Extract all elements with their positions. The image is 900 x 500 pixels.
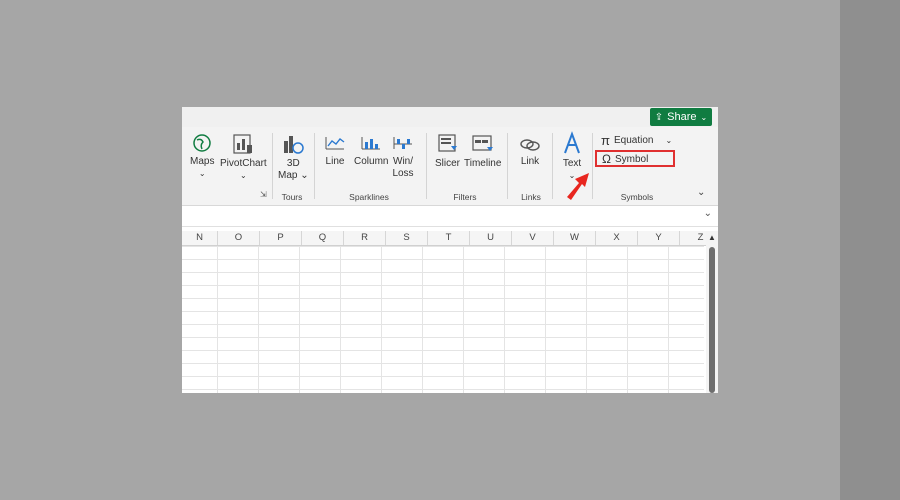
column-header-r[interactable]: R: [344, 231, 386, 245]
column-header-u[interactable]: U: [470, 231, 512, 245]
column-sparkline-button[interactable]: Column: [354, 135, 388, 168]
maps-button[interactable]: Maps ⌄: [190, 133, 214, 180]
group-separator: [272, 133, 273, 199]
share-button[interactable]: ⇪ Share ⌄: [650, 108, 712, 126]
line-sparkline-button[interactable]: Line: [324, 135, 346, 168]
group-label-filters: Filters: [453, 192, 477, 202]
maps-label: Maps: [190, 156, 215, 167]
column-header-p[interactable]: P: [260, 231, 302, 245]
group-separator: [552, 133, 553, 199]
pivotchart-button[interactable]: PivotChart ⌄: [220, 133, 267, 182]
ribbon-collapse-chevron-icon[interactable]: ⌄: [697, 187, 705, 198]
share-icon: ⇪: [654, 111, 664, 123]
symbol-highlight-box: [595, 150, 675, 167]
slicer-button[interactable]: Slicer: [435, 133, 460, 170]
timeline-icon: [472, 135, 493, 151]
column-header-x[interactable]: X: [596, 231, 638, 245]
equation-label: Equation: [613, 135, 654, 146]
equation-button[interactable]: π Equation ⌄: [601, 133, 672, 148]
background-edge: [840, 0, 900, 500]
winloss-sparkline-button[interactable]: Win/ Loss: [392, 135, 414, 180]
timeline-label: Timeline: [464, 158, 502, 169]
cell-grid[interactable]: [182, 246, 704, 393]
timeline-button[interactable]: Timeline: [464, 133, 501, 170]
line-sparkline-icon: [325, 137, 345, 150]
share-label: Share: [667, 111, 697, 123]
scroll-up-icon[interactable]: ▲: [708, 233, 716, 242]
red-arrow-icon: [567, 173, 589, 200]
column-header-n[interactable]: N: [182, 231, 218, 245]
link-icon: [520, 139, 540, 151]
column-header-q[interactable]: Q: [302, 231, 344, 245]
line-label: Line: [325, 156, 345, 167]
column-header-s[interactable]: S: [386, 231, 428, 245]
winloss-sparkline-icon: [393, 137, 412, 149]
slicer-icon: [437, 134, 457, 152]
chevron-down-icon: ⌄: [198, 169, 206, 178]
chevron-down-icon: ⌄: [665, 136, 673, 145]
group-label-links: Links: [521, 192, 541, 202]
title-bar: ⇪ Share ⌄: [182, 107, 718, 127]
3d-map-button[interactable]: 3D Map ⌄: [278, 133, 309, 182]
chevron-down-icon[interactable]: ⌄: [704, 208, 712, 219]
chevron-down-icon: ⌄: [700, 112, 708, 122]
pivotchart-label: PivotChart: [220, 158, 267, 169]
winloss-label-line1: Win/: [393, 156, 413, 167]
group-separator: [426, 133, 427, 199]
3d-map-label-line2-wrap: Map ⌄: [278, 170, 309, 181]
column-header-v[interactable]: V: [512, 231, 554, 245]
slicer-label: Slicer: [435, 158, 461, 169]
3d-map-label-line2: Map: [278, 170, 298, 181]
link-label: Link: [520, 156, 540, 167]
pivotchart-icon: [233, 134, 253, 154]
formula-bar[interactable]: ⌄: [182, 206, 718, 227]
column-header-w[interactable]: W: [554, 231, 596, 245]
group-separator: [507, 133, 508, 199]
group-separator: [314, 133, 315, 199]
column-header-row: NOPQRSTUVWXYZ: [182, 231, 718, 246]
group-label-symbols: Symbols: [620, 192, 654, 202]
dialog-launcher-icon[interactable]: ⇲: [260, 190, 267, 199]
3d-map-label-line1: 3D: [286, 158, 300, 169]
column-sparkline-icon: [361, 137, 381, 150]
column-header-o[interactable]: O: [218, 231, 260, 245]
link-button[interactable]: Link: [518, 135, 542, 168]
pi-icon: π: [601, 133, 610, 148]
column-header-y[interactable]: Y: [638, 231, 680, 245]
vertical-scrollbar[interactable]: ▲: [706, 231, 718, 393]
excel-window: ⇪ Share ⌄ Maps ⌄ PivotChart ⌄ ⇲ 3D Map ⌄…: [182, 107, 718, 393]
text-a-icon: [564, 131, 580, 154]
group-label-tours: Tours: [281, 192, 303, 202]
chevron-down-icon: ⌄: [239, 171, 247, 180]
globe-icon: [193, 134, 211, 152]
scrollbar-thumb[interactable]: [709, 247, 715, 393]
column-header-t[interactable]: T: [428, 231, 470, 245]
3d-map-icon: [284, 136, 305, 154]
group-label-sparklines: Sparklines: [349, 192, 389, 202]
column-label: Column: [354, 156, 389, 167]
winloss-label-line2: Loss: [392, 168, 414, 179]
